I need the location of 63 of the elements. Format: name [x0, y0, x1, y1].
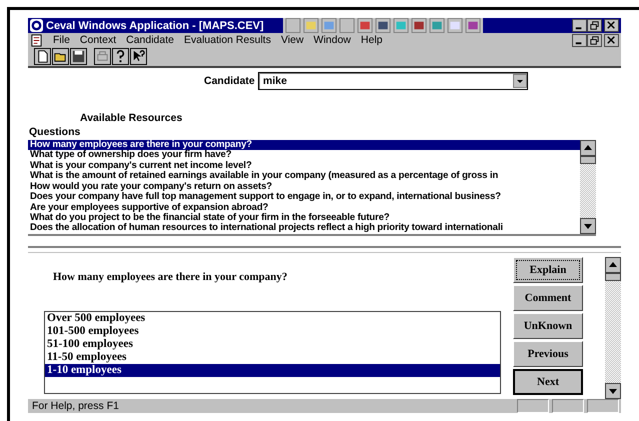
menu-item[interactable]: Context: [80, 34, 116, 46]
context-help-icon[interactable]: [130, 48, 147, 66]
scroll-up-icon[interactable]: [605, 256, 621, 273]
question-item[interactable]: Does your company have full top management support to engage in, or to expand, international business?: [28, 192, 580, 203]
menu-item[interactable]: Evaluation Results: [184, 34, 271, 46]
app-shortcut-icon[interactable]: [446, 18, 463, 34]
splitter-bar[interactable]: [28, 246, 621, 253]
action-button[interactable]: Comment: [513, 284, 583, 311]
restore-icon[interactable]: [587, 19, 602, 32]
scrollbar[interactable]: [580, 140, 596, 234]
menu-item[interactable]: File: [53, 34, 70, 46]
help-icon[interactable]: [112, 48, 129, 66]
answer-option[interactable]: 1-10 employees: [45, 364, 500, 377]
question-item[interactable]: Does the allocation of human resources to international projects reflect a high priority toward internationali: [28, 223, 580, 234]
close-icon[interactable]: [604, 19, 619, 32]
question-item[interactable]: What is the amount of retained earnings available in your company (measured as a percentage of gross in: [28, 171, 580, 182]
scroll-thumb[interactable]: [580, 156, 596, 164]
answer-option[interactable]: 101-500 employees: [45, 324, 500, 338]
question-prompt: How many employees are there in your company?: [53, 270, 288, 283]
answer-option[interactable]: 51-100 employees: [45, 338, 500, 351]
status-panel: [517, 398, 549, 413]
status-panel: [587, 398, 619, 413]
app-shortcut-icon[interactable]: [302, 18, 319, 34]
print-icon[interactable]: [94, 48, 111, 66]
window-title: Ceval Windows Application - [MAPS.CEV]: [46, 20, 264, 32]
question-item[interactable]: What do you project to be the financial state of your firm in the forseeable future?: [28, 212, 580, 224]
document-icon[interactable]: [30, 34, 43, 47]
menu-item[interactable]: View: [280, 34, 304, 46]
questions-label: Questions: [29, 126, 82, 138]
app-shortcut-icon[interactable]: [356, 18, 373, 34]
status-panel: [552, 398, 584, 413]
answer-option[interactable]: 11-50 employees: [45, 350, 500, 364]
scroll-down-icon[interactable]: [580, 218, 596, 234]
scrollbar[interactable]: [605, 256, 621, 399]
menu-item[interactable]: Help: [360, 34, 382, 46]
minimize-icon[interactable]: [572, 19, 587, 32]
section-heading: Available Resources: [80, 112, 184, 124]
close-icon[interactable]: [604, 34, 619, 47]
menu-item[interactable]: Candidate: [126, 34, 174, 46]
question-item[interactable]: What type of ownership does your firm have?: [28, 150, 580, 161]
status-text: For Help, press F1: [32, 400, 119, 412]
action-button[interactable]: Next: [513, 368, 583, 395]
restore-icon[interactable]: [587, 34, 602, 47]
question-item[interactable]: How many employees are there in your company?: [28, 140, 580, 150]
action-button[interactable]: Explain: [513, 256, 583, 283]
question-item[interactable]: Are your employees supportive of expansion abroad?: [28, 202, 580, 213]
app-shortcut-icon[interactable]: [410, 18, 427, 34]
app-shortcut-icon[interactable]: [464, 18, 481, 34]
scroll-up-icon[interactable]: [580, 140, 596, 156]
save-icon[interactable]: [70, 48, 87, 66]
new-file-icon[interactable]: [34, 48, 51, 66]
scroll-down-icon[interactable]: [605, 382, 621, 399]
menu-item[interactable]: Window: [314, 34, 351, 46]
minimize-icon[interactable]: [572, 34, 587, 47]
app-shortcut-icon[interactable]: [374, 18, 391, 34]
open-folder-icon[interactable]: [52, 48, 69, 66]
action-button[interactable]: UnKnown: [513, 312, 583, 339]
question-item[interactable]: What is your company's current net income level?: [28, 160, 580, 172]
candidate-label: Candidate: [204, 75, 256, 88]
candidate-dropdown[interactable]: mike: [258, 72, 528, 90]
question-item[interactable]: How would you rate your company's return on assets?: [28, 182, 580, 192]
answer-option[interactable]: Over 500 employees: [45, 312, 500, 325]
action-button[interactable]: Previous: [513, 340, 583, 367]
